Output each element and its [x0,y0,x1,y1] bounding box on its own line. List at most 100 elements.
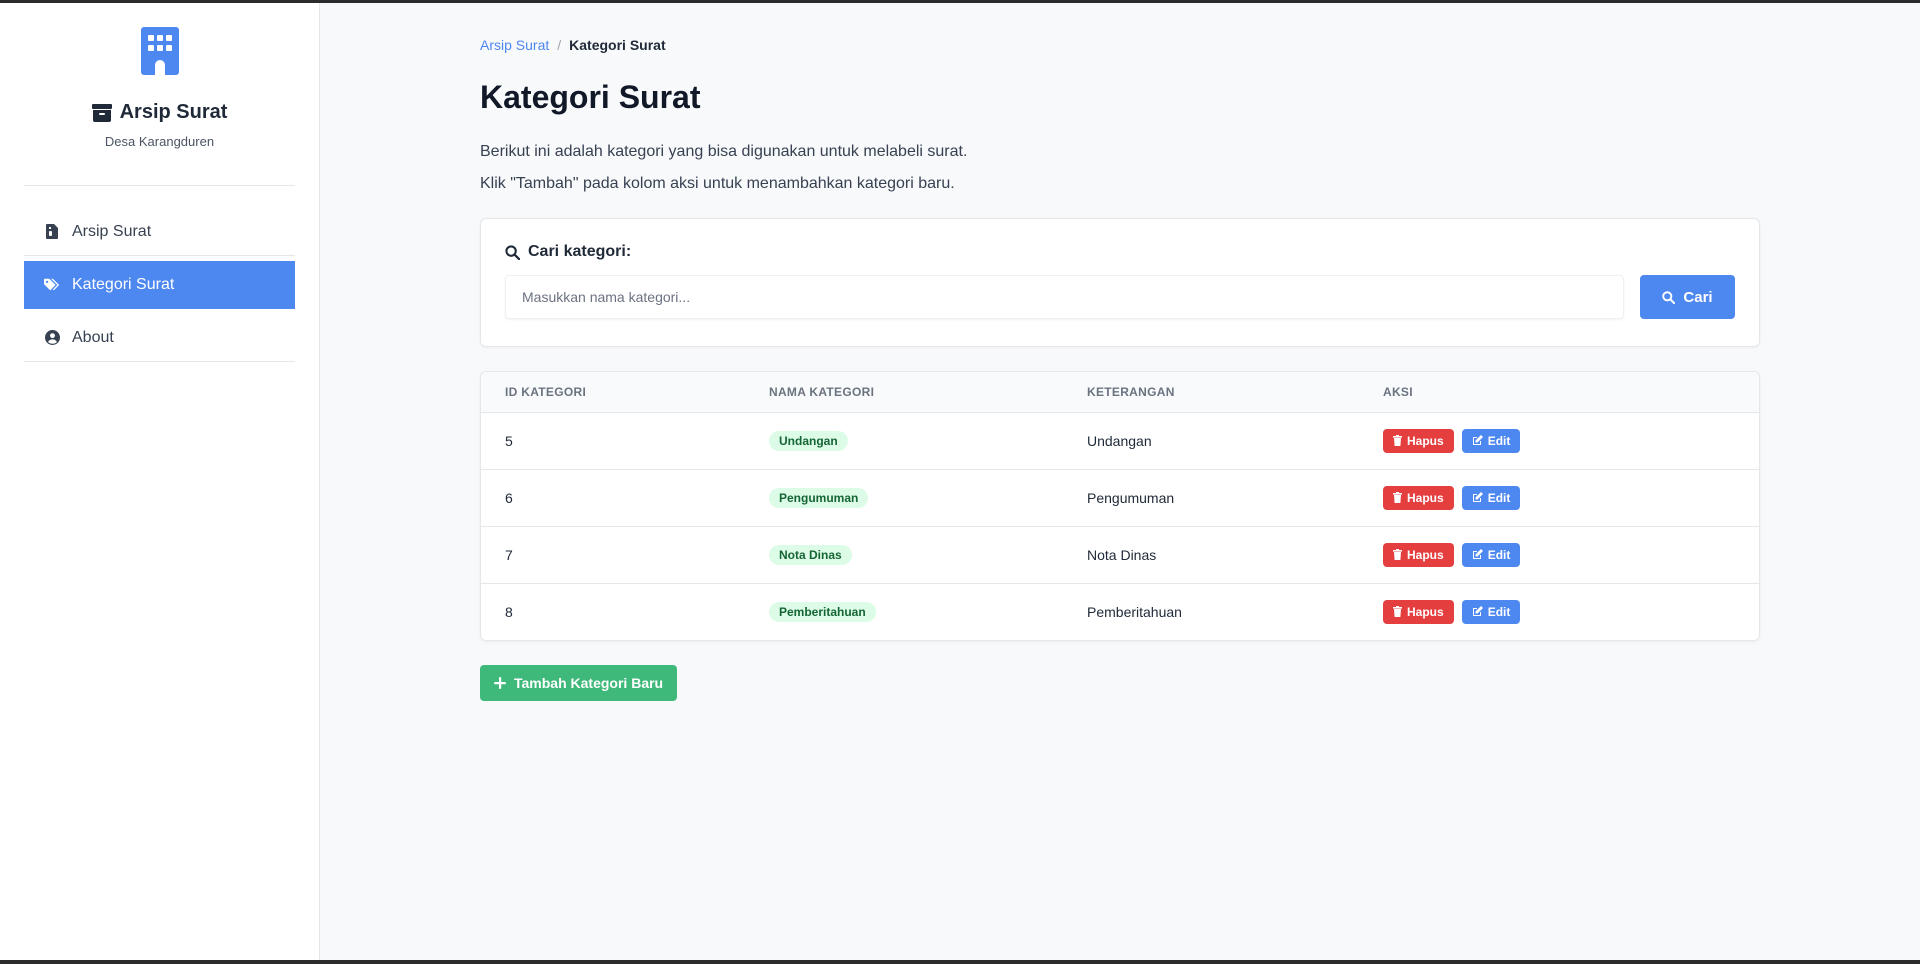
trash-icon [1393,606,1402,618]
breadcrumb-current: Kategori Surat [569,37,666,53]
trash-icon [1393,492,1402,503]
app: Arsip Surat Desa Karangduren Arsip Surat [0,3,1920,960]
sidebar-nav: Arsip Surat Kategori Surat About [24,208,295,362]
brand-title: Arsip Surat [91,101,228,124]
search-input[interactable] [505,275,1624,319]
cell-keterangan: Undangan [1063,412,1359,470]
table-row: 8 Pemberitahuan Pemberitahuan Hapus Edit [481,583,1759,640]
cell-nama: Undangan [745,412,1063,470]
page-description: Berikut ini adalah kategori yang bisa di… [480,136,1760,200]
archive-icon [91,103,112,122]
main-content: Arsip Surat / Kategori Surat Kategori Su… [320,3,1920,960]
category-badge: Pemberitahuan [769,601,876,622]
breadcrumb-link-arsip-surat[interactable]: Arsip Surat [480,37,549,53]
table-row: 5 Undangan Undangan Hapus Edit [481,412,1759,470]
cell-keterangan: Pemberitahuan [1087,603,1182,620]
category-badge: Pengumuman [769,487,869,508]
edit-button-label: Edit [1487,490,1511,505]
edit-icon [1472,606,1483,617]
search-row: Cari [505,275,1735,319]
delete-button-label: Hapus [1407,433,1444,448]
trash-icon [1393,549,1402,560]
delete-button[interactable]: Hapus [1383,599,1454,624]
delete-button-label: Hapus [1407,604,1444,619]
cell-keterangan: Pengumuman [1063,469,1359,527]
sidebar: Arsip Surat Desa Karangduren Arsip Surat [0,3,320,960]
plus-icon [494,677,506,689]
delete-button-label: Hapus [1407,547,1444,562]
trash-icon [1393,435,1402,446]
table-row: 6 Pengumuman Pengumuman Hapus Edit [481,469,1759,527]
row-actions: Hapus Edit [1383,599,1735,624]
header-id-kategori: ID KATEGORI [481,372,745,413]
page-title: Kategori Surat [480,79,701,115]
edit-button-label: Edit [1487,547,1511,562]
search-icon [1662,290,1676,304]
edit-button-label: Edit [1487,604,1511,619]
description-line-2: Klik "Tambah" pada kolom aksi untuk mena… [480,175,955,192]
delete-button[interactable]: Hapus [1383,542,1454,567]
header-keterangan: KETERANGAN [1063,372,1359,413]
search-button[interactable]: Cari [1640,275,1735,319]
cell-id: 6 [481,469,745,527]
table-header-row: ID KATEGORI NAMA KATEGORI KETERANGAN AKS… [481,372,1759,413]
edit-icon [1472,492,1483,502]
search-icon [505,244,520,260]
building-icon [140,27,179,75]
window-bottom-border [0,960,1920,964]
header-aksi: AKSI [1359,372,1759,413]
user-circle-icon [44,330,60,346]
brand: Arsip Surat Desa Karangduren [24,3,295,149]
cell-aksi: Hapus Edit [1359,469,1759,527]
search-label-text: Cari kategori: [528,243,632,260]
delete-button[interactable]: Hapus [1383,428,1454,453]
file-icon [44,224,60,240]
edit-button[interactable]: Edit [1461,542,1521,567]
search-button-label: Cari [1683,288,1713,306]
edit-button[interactable]: Edit [1461,485,1521,510]
cell-nama: Pengumuman [745,469,1063,527]
sidebar-item-kategori-surat[interactable]: Kategori Surat [24,261,295,309]
delete-button[interactable]: Hapus [1383,485,1454,510]
category-table-card: ID KATEGORI NAMA KATEGORI KETERANGAN AKS… [480,371,1760,641]
brand-subtitle: Desa Karangduren [104,134,215,149]
cell-nama: Pemberitahuan [745,583,1063,640]
table-row: 7 Nota Dinas Nota Dinas Hapus Edit [481,526,1759,584]
category-badge: Undangan [769,430,848,451]
sidebar-item-label: Kategori Surat [72,275,175,293]
content: Arsip Surat / Kategori Surat Kategori Su… [480,37,1760,701]
add-category-button-label: Tambah Kategori Baru [514,675,664,691]
edit-button[interactable]: Edit [1461,599,1521,624]
cell-keterangan: Nota Dinas [1063,526,1359,584]
cell-id: 8 [505,603,513,620]
cell-id: 7 [481,526,745,584]
tags-icon [44,277,60,293]
header-nama-kategori: NAMA KATEGORI [745,372,1063,413]
description-line-1: Berikut ini adalah kategori yang bisa di… [480,143,968,160]
table-body: 5 Undangan Undangan Hapus Edit 6 Pengumu… [481,412,1759,640]
search-label: Cari kategori: [505,243,1735,261]
sidebar-item-arsip-surat[interactable]: Arsip Surat [24,208,295,256]
sidebar-item-about[interactable]: About [24,314,295,362]
edit-icon [1472,549,1483,559]
add-category-button[interactable]: Tambah Kategori Baru [480,665,678,701]
sidebar-item-label: About [72,328,114,346]
edit-icon [1472,435,1483,445]
cell-aksi: Hapus Edit [1359,526,1759,584]
cell-id: 5 [481,412,745,470]
row-actions: Hapus Edit [1383,542,1735,567]
search-card: Cari kategori: Cari [480,218,1760,347]
edit-button[interactable]: Edit [1461,428,1521,453]
sidebar-divider [24,185,295,186]
edit-button-label: Edit [1487,433,1511,448]
cell-nama: Nota Dinas [745,526,1063,584]
brand-title-text: Arsip Surat [119,101,228,123]
row-actions: Hapus Edit [1383,428,1735,453]
row-actions: Hapus Edit [1383,485,1735,510]
cell-aksi: Hapus Edit [1359,412,1759,470]
breadcrumb: Arsip Surat / Kategori Surat [480,37,1760,53]
breadcrumb-separator: / [557,37,562,53]
category-table: ID KATEGORI NAMA KATEGORI KETERANGAN AKS… [481,372,1759,640]
delete-button-label: Hapus [1407,490,1444,505]
category-badge: Nota Dinas [769,544,852,565]
